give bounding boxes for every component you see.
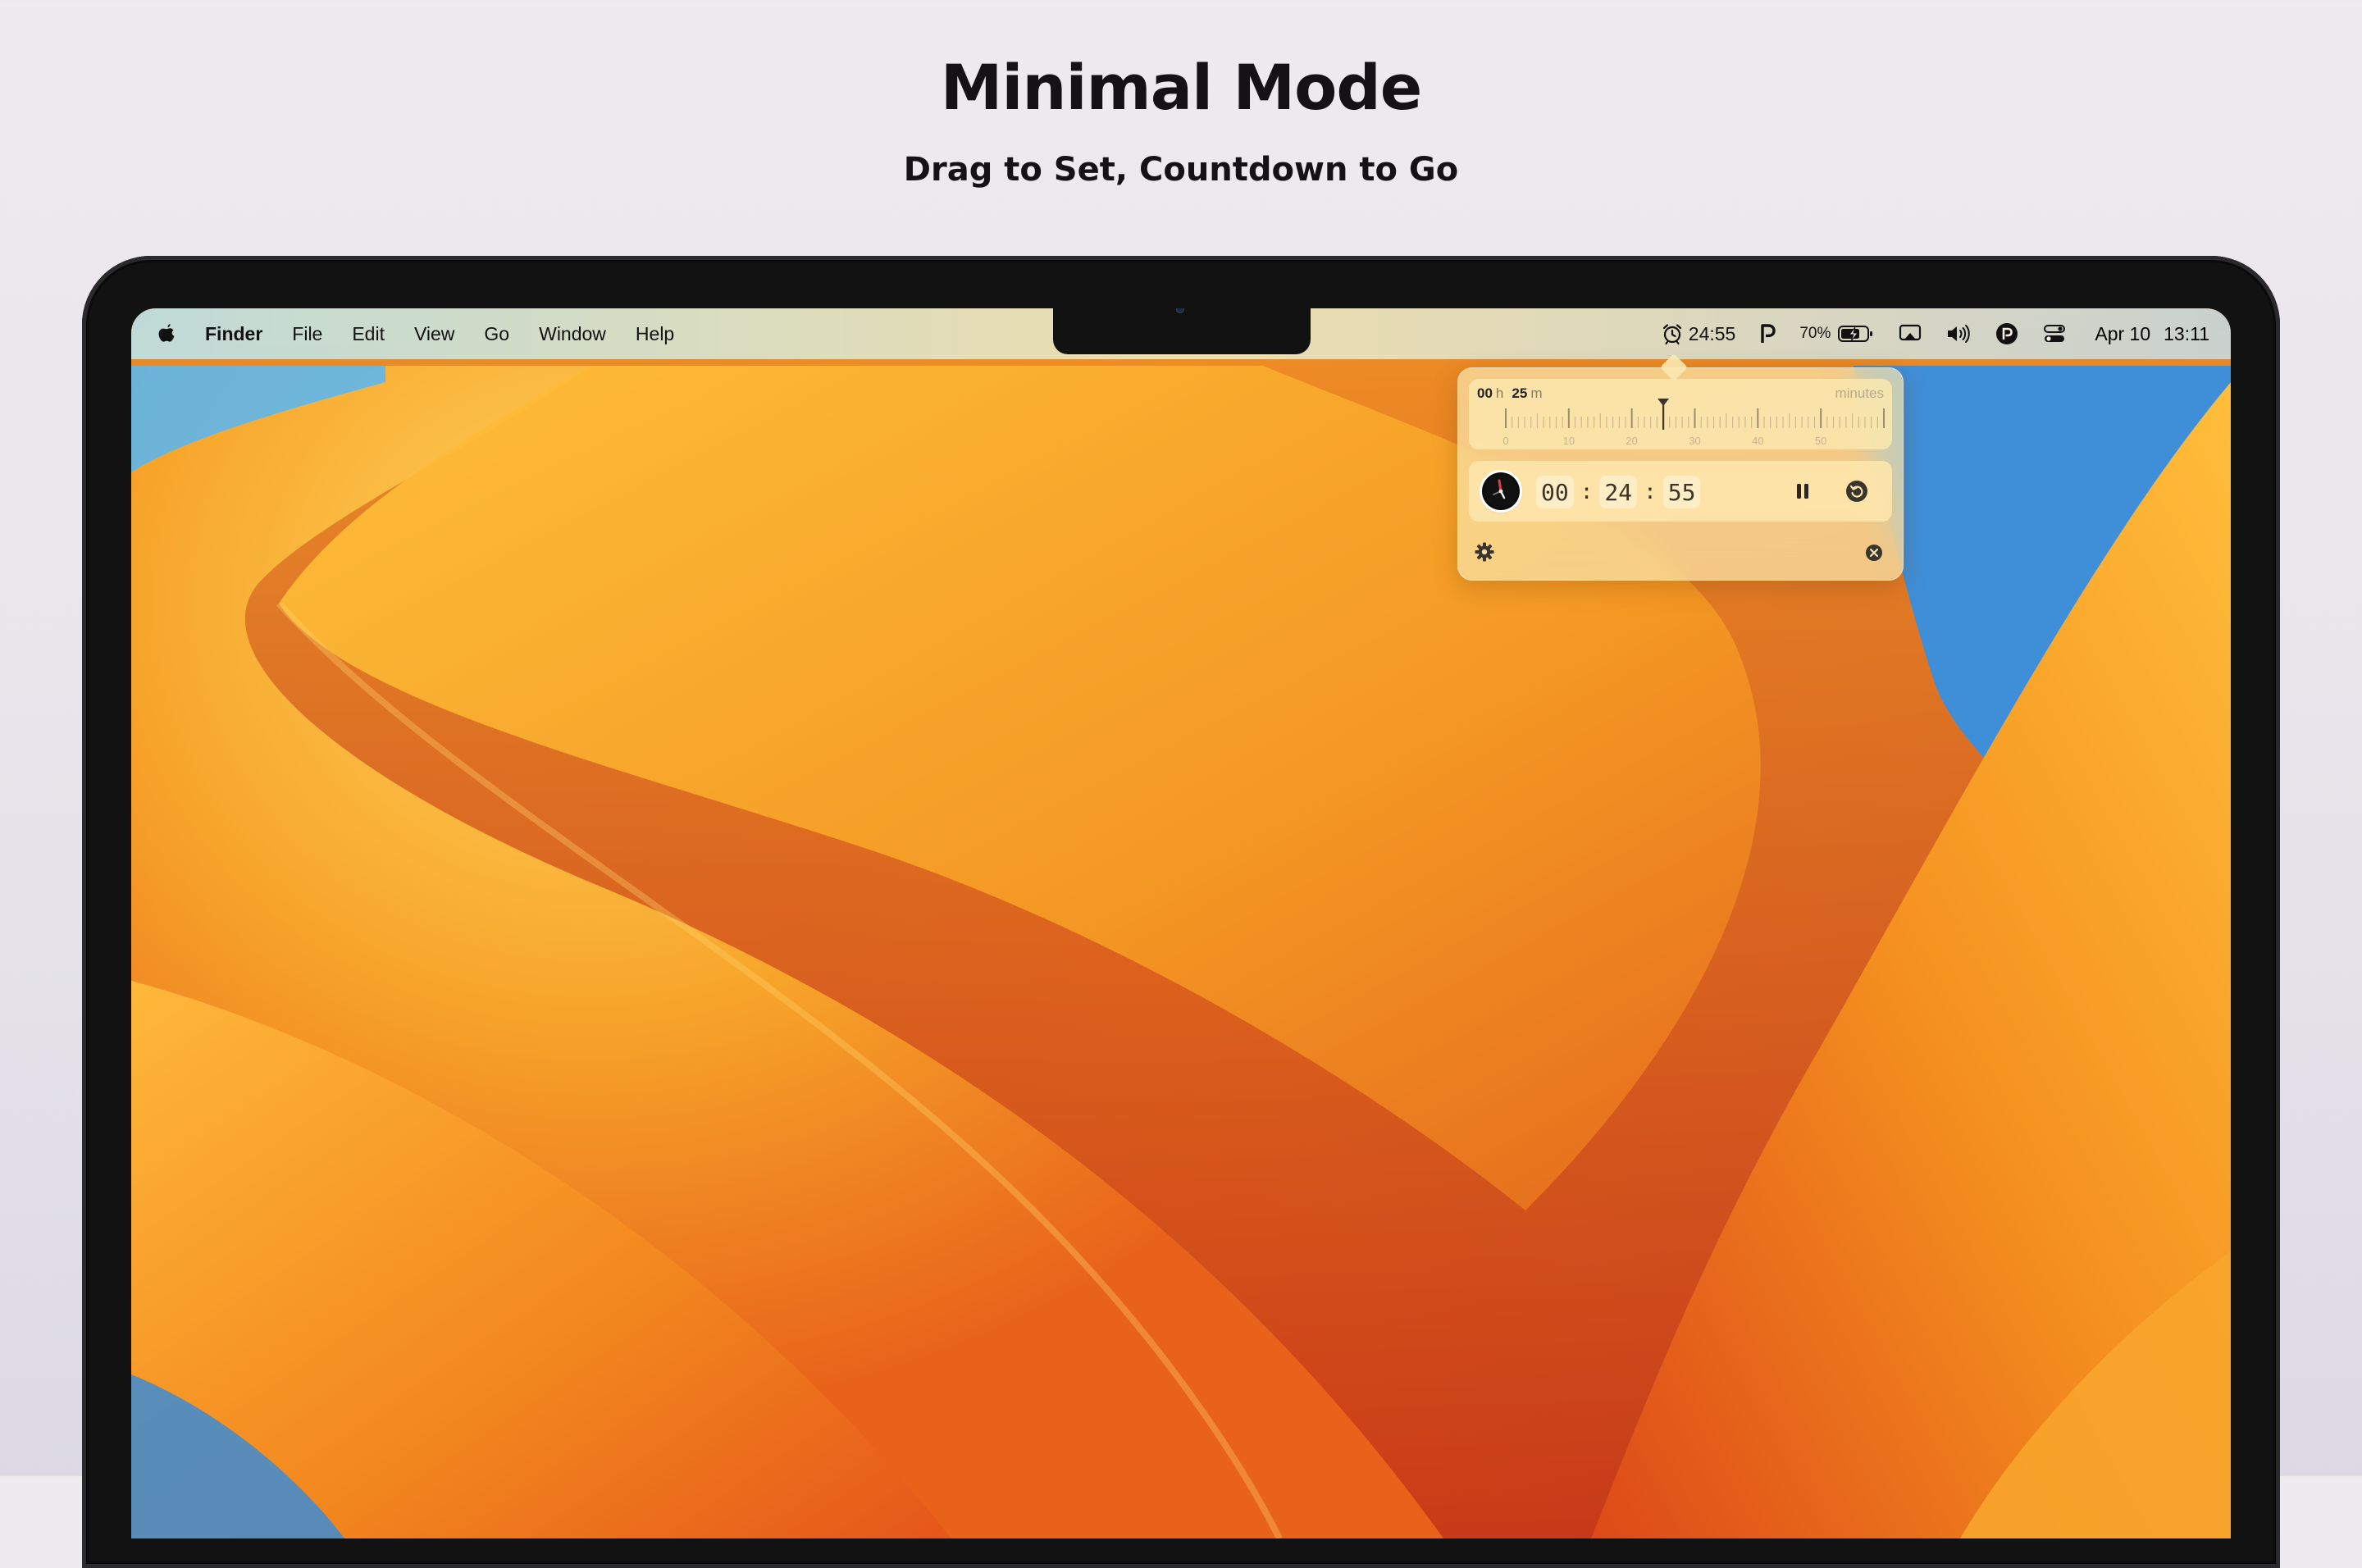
camera-lens (1176, 308, 1184, 313)
volume-icon[interactable] (1945, 323, 1972, 344)
pause-button[interactable] (1789, 477, 1817, 505)
countdown-controls: 00 : 24 : 55 (1469, 461, 1892, 522)
ruler-minutes-unit: m (1530, 385, 1543, 401)
battery-charging-icon (1838, 326, 1873, 342)
countdown-hours[interactable]: 00 (1536, 476, 1574, 508)
menu-bar-left: Finder File Edit View Go Window Help (156, 308, 704, 359)
ruler-scale-label: 20 (1626, 435, 1637, 447)
countdown-display: 00 : 24 : 55 (1536, 476, 1701, 508)
menu-go[interactable]: Go (484, 323, 509, 345)
ruler-unit-label: minutes (1835, 385, 1884, 401)
p-app-icon[interactable] (1758, 322, 1776, 345)
countdown-minutes[interactable]: 24 (1599, 476, 1638, 508)
settings-button[interactable] (1472, 540, 1497, 564)
timer-app-icon (1482, 472, 1520, 510)
close-icon (1866, 545, 1882, 561)
duration-ruler[interactable]: 0 10 20 30 40 50 00 h 25 m minutes (1469, 379, 1892, 449)
ruler-readout: 00 h 25 m (1477, 385, 1550, 402)
menu-timer-readout: 24:55 (1688, 322, 1736, 344)
screen: Finder File Edit View Go Window Help 24:… (131, 308, 2231, 1538)
menu-clock[interactable]: Apr 10 13:11 (2095, 323, 2209, 345)
ruler-selection-handle[interactable] (1658, 399, 1670, 406)
desktop-wallpaper (131, 308, 2231, 1538)
alarm-clock-icon (1662, 324, 1681, 345)
ruler-scale-label: 50 (1815, 435, 1826, 447)
menu-help[interactable]: Help (636, 323, 674, 345)
countdown-separator: : (1644, 480, 1657, 504)
screen-mirroring-icon[interactable] (1898, 323, 1922, 344)
ruler-hours: 00 (1477, 385, 1493, 401)
ruler-hours-unit: h (1495, 385, 1504, 401)
menu-bar-status: 24:55 70% Apr 10 13:11 (1638, 308, 2209, 359)
menu-bar: Finder File Edit View Go Window Help 24:… (131, 308, 2231, 359)
menu-file[interactable]: File (292, 323, 322, 345)
timer-popover: 0 10 20 30 40 50 00 h 25 m minutes 00: … (1457, 353, 1904, 581)
apple-icon[interactable] (156, 321, 177, 346)
app-icon[interactable] (1995, 321, 2019, 346)
timer-status-item[interactable]: 24:55 (1661, 322, 1736, 345)
page-headline: Minimal Mode (940, 51, 1423, 124)
menu-app-finder[interactable]: Finder (205, 323, 262, 345)
camera-notch (1053, 308, 1311, 354)
menu-date: Apr 10 (2095, 322, 2151, 344)
reset-button[interactable] (1843, 477, 1871, 505)
gear-icon (1475, 542, 1494, 562)
laptop-frame: Finder File Edit View Go Window Help 24:… (82, 256, 2280, 1568)
menu-time: 13:11 (2164, 322, 2209, 344)
countdown-seconds[interactable]: 55 (1662, 476, 1701, 508)
control-center-icon[interactable] (2042, 323, 2067, 344)
battery-status-item[interactable]: 70% (1799, 324, 1875, 344)
ruler-scale-label: 40 (1752, 435, 1763, 447)
battery-percent: 70% (1799, 325, 1831, 342)
menu-view[interactable]: View (414, 323, 454, 345)
pause-icon (1797, 484, 1808, 499)
page-subheadline: Drag to Set, Countdown to Go (903, 151, 1459, 189)
menu-window[interactable]: Window (539, 323, 606, 345)
ruler-minutes: 25 (1512, 385, 1528, 401)
ruler-scale-label: 30 (1689, 435, 1700, 447)
close-button[interactable] (1863, 541, 1885, 564)
ruler-scale-label: 10 (1563, 435, 1575, 447)
countdown-separator: : (1580, 480, 1594, 504)
reset-icon (1846, 481, 1867, 502)
menu-edit[interactable]: Edit (352, 323, 385, 345)
ruler-scale-label: 0 (1502, 435, 1508, 447)
